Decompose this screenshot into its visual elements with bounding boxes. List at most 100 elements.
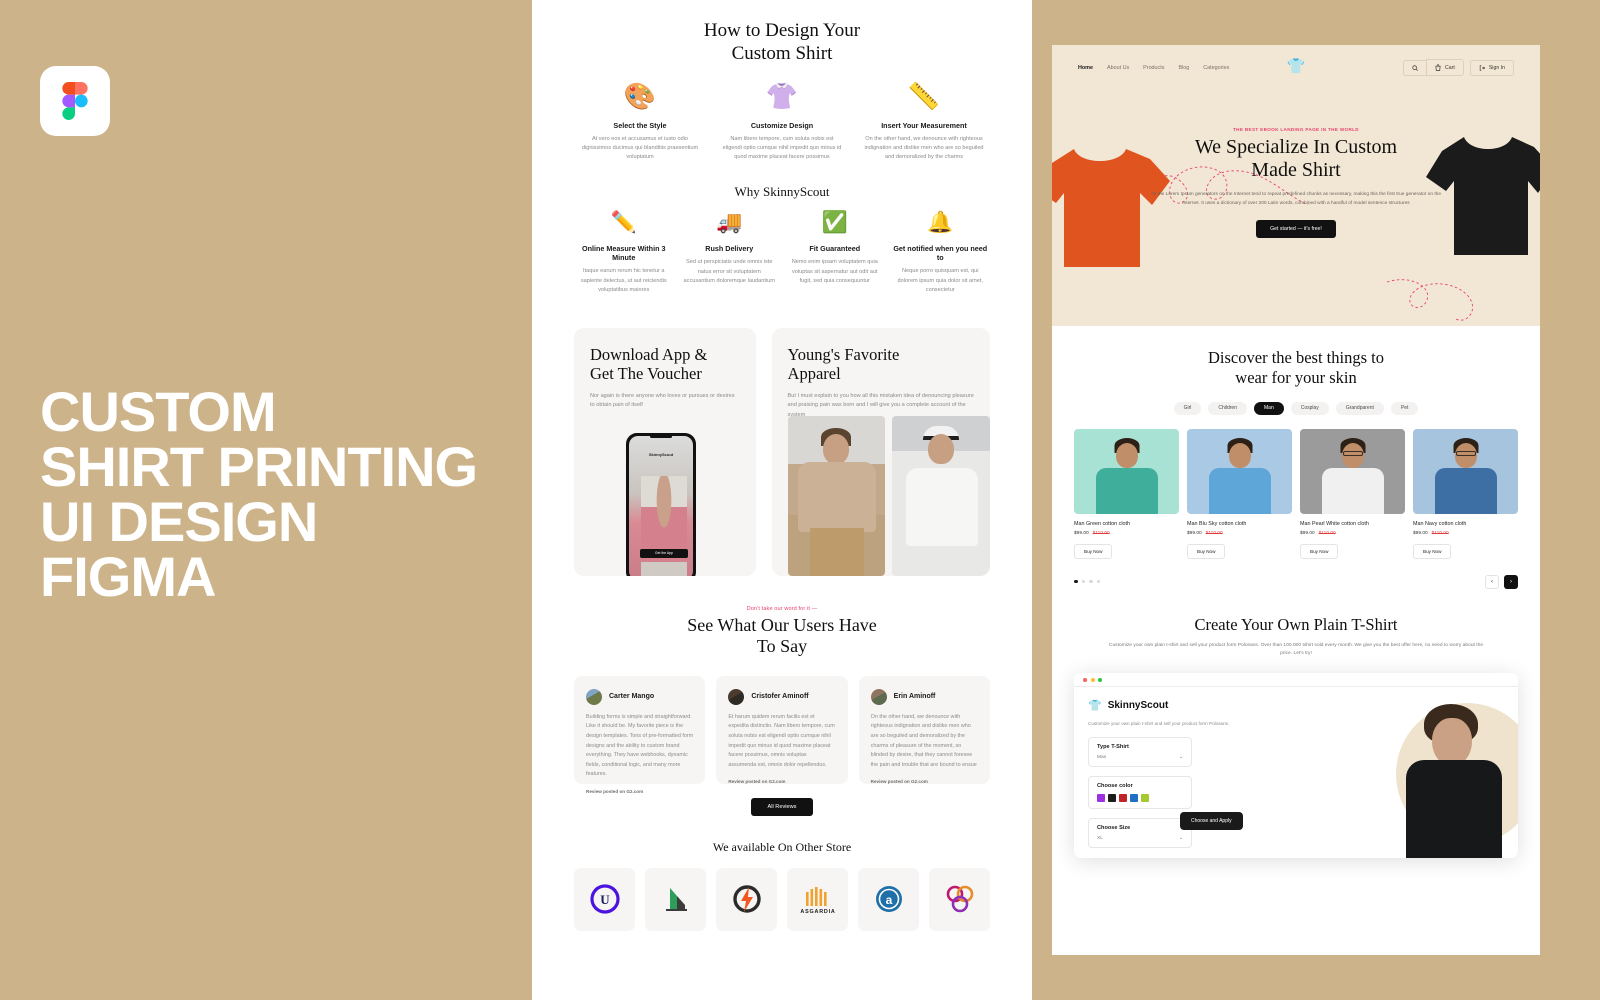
title-line: See What Our Users Have xyxy=(687,614,877,635)
chevron-right-icon[interactable]: › xyxy=(1504,574,1518,589)
nav-links: Home About Us Products Blog Categories xyxy=(1078,65,1229,71)
download-app-card: Download App & Get The Voucher Nor again … xyxy=(574,327,756,576)
price-old: $110.00 xyxy=(1092,530,1110,536)
title-line: Download App & xyxy=(590,344,708,364)
minimize-icon[interactable] xyxy=(1090,677,1095,682)
type-tshirt-field[interactable]: Type T-Shirt Man ⌄ xyxy=(1088,737,1192,768)
building-logo-icon[interactable] xyxy=(645,867,706,931)
glasses-icon xyxy=(1342,450,1363,456)
promo-cards-row: Download App & Get The Voucher Nor again … xyxy=(574,327,990,576)
product-price: $99.00 $110.00 xyxy=(1300,531,1405,536)
nav-link-blog[interactable]: Blog xyxy=(1178,65,1189,71)
color-swatches xyxy=(1097,794,1183,803)
product-price: $99.00 $110.00 xyxy=(1074,531,1179,536)
nav-link-categories[interactable]: Categories xyxy=(1203,65,1229,71)
price-old: $110.00 xyxy=(1205,530,1223,536)
title-line-4: FIGMA xyxy=(40,544,216,608)
chip-cosplay[interactable]: Cosplay xyxy=(1290,401,1329,415)
testimonial-source: Review posted on G2.com xyxy=(586,789,644,795)
product-card[interactable]: Man Blu Sky cotton cloth $99.00 $110.00 B… xyxy=(1187,428,1292,559)
carousel-dot[interactable] xyxy=(1081,579,1085,584)
nav-link-home[interactable]: Home xyxy=(1078,65,1093,71)
chip-children[interactable]: Children xyxy=(1208,401,1247,415)
color-swatch-purple[interactable] xyxy=(1097,794,1105,803)
download-card-text: Nor again is there anyone who loves or p… xyxy=(590,392,735,409)
model-shirt xyxy=(1321,467,1384,514)
apparel-card-title: Young's Favorite Apparel xyxy=(788,345,974,384)
chip-girl[interactable]: Girl xyxy=(1173,401,1202,415)
tshirt-logo-icon[interactable]: 👕 xyxy=(1287,57,1306,75)
pencils-icon: ✏️ xyxy=(610,211,637,235)
sign-in-button[interactable]: Sign In xyxy=(1469,59,1514,76)
chip-man[interactable]: Man xyxy=(1254,401,1284,415)
price-current: $99.00 xyxy=(1300,530,1315,536)
category-chips: Girl Children Man Cosplay Grandparent Pe… xyxy=(1074,401,1518,415)
buy-now-button[interactable]: Buy Now xyxy=(1300,543,1339,559)
chevron-left-icon[interactable]: ‹ xyxy=(1485,574,1499,589)
phone-cta-button[interactable]: Get the App xyxy=(640,548,688,558)
apparel-photos xyxy=(787,415,990,576)
shield-check-icon: ✅ xyxy=(821,211,848,235)
color-swatch-red[interactable] xyxy=(1119,794,1127,803)
price-old: $110.00 xyxy=(1431,530,1449,536)
create-description: Customize your own plain t-shirt and sel… xyxy=(1108,642,1484,657)
carousel-dot[interactable] xyxy=(1096,579,1100,584)
field-label: Choose Size xyxy=(1097,825,1131,832)
search-icon xyxy=(1412,64,1418,71)
model-legs xyxy=(809,527,864,576)
color-swatch-lime[interactable] xyxy=(1141,794,1149,803)
store-logos-row: U ASGARDIA a xyxy=(574,867,990,931)
svg-text:ASGARDIA: ASGARDIA xyxy=(800,909,835,915)
page-title: CUSTOM SHIRT PRINTING UI DESIGN FIGMA xyxy=(40,384,520,608)
sign-in-label: Sign In xyxy=(1488,64,1505,71)
cart-button[interactable]: Cart xyxy=(1426,59,1464,76)
color-swatch-blue[interactable] xyxy=(1130,794,1138,803)
model-shirt xyxy=(1095,467,1158,514)
unity-logo-icon[interactable]: U xyxy=(574,867,635,931)
chip-grandparent[interactable]: Grandparent xyxy=(1335,401,1384,415)
testimonial-author: Erin Aminoff xyxy=(893,693,936,701)
title-line: How to Design Your xyxy=(703,20,861,41)
lightning-bolt-logo-icon[interactable] xyxy=(716,867,777,931)
tshirt-logo-icon: 👕 xyxy=(1088,700,1102,713)
product-price: $99.00 $110.00 xyxy=(1413,531,1518,536)
asgardia-logo-icon[interactable]: ASGARDIA xyxy=(787,867,848,931)
model-head xyxy=(823,433,850,464)
choose-and-apply-button[interactable]: Choose and Apply xyxy=(1180,812,1243,831)
get-started-button[interactable]: Get started — it's free! xyxy=(1256,220,1336,239)
product-name: Man Navy cotton cloth xyxy=(1413,520,1467,527)
testimonial-source: Review posted on G2.com xyxy=(870,779,928,785)
color-swatch-black[interactable] xyxy=(1108,794,1116,803)
a-badge-logo-icon[interactable]: a xyxy=(858,867,919,931)
howto-step: 🎨 Select the Style At vero eos et accusa… xyxy=(574,83,706,162)
nav-link-products[interactable]: Products xyxy=(1143,65,1164,71)
why-text: Itaque earum rerum hic tenetur a sapient… xyxy=(580,268,667,293)
product-card[interactable]: Man Navy cotton cloth $99.00 $110.00 Buy … xyxy=(1413,428,1518,559)
product-image xyxy=(1300,428,1405,514)
product-card[interactable]: Man Green cotton cloth $99.00 $110.00 Buy… xyxy=(1074,428,1179,559)
model-shirt xyxy=(1406,760,1502,859)
product-card[interactable]: Man Pearl White cotton cloth $99.00 $110.… xyxy=(1300,428,1405,559)
title-line: Apparel xyxy=(787,364,841,384)
chevron-down-icon: ⌄ xyxy=(1178,836,1183,842)
svg-text:a: a xyxy=(885,893,892,907)
carousel-dot[interactable] xyxy=(1074,579,1078,584)
choose-size-field[interactable]: Choose Size XL ⌄ xyxy=(1088,818,1192,849)
buy-now-button[interactable]: Buy Now xyxy=(1074,543,1113,559)
why-item: 🔔 Get notified when you need to Neque po… xyxy=(891,212,991,294)
nav-link-about-us[interactable]: About Us xyxy=(1107,65,1129,71)
carousel-dot[interactable] xyxy=(1089,579,1093,584)
trefoil-logo-icon[interactable] xyxy=(929,867,990,931)
choose-color-field[interactable]: Choose color xyxy=(1088,776,1192,810)
testimonial-card: Carter Mango Building forms is simple an… xyxy=(574,675,706,794)
chip-pet[interactable]: Pet xyxy=(1390,401,1419,415)
search-button[interactable] xyxy=(1403,59,1427,76)
buy-now-button[interactable]: Buy Now xyxy=(1413,543,1452,559)
avatar xyxy=(870,688,887,705)
buy-now-button[interactable]: Buy Now xyxy=(1187,543,1226,559)
close-icon[interactable] xyxy=(1083,677,1087,682)
maximize-icon[interactable] xyxy=(1098,677,1102,682)
title-line: Made Shirt xyxy=(1251,159,1341,182)
sign-in-icon xyxy=(1479,64,1485,71)
all-reviews-button[interactable]: All Reviews xyxy=(750,797,814,816)
